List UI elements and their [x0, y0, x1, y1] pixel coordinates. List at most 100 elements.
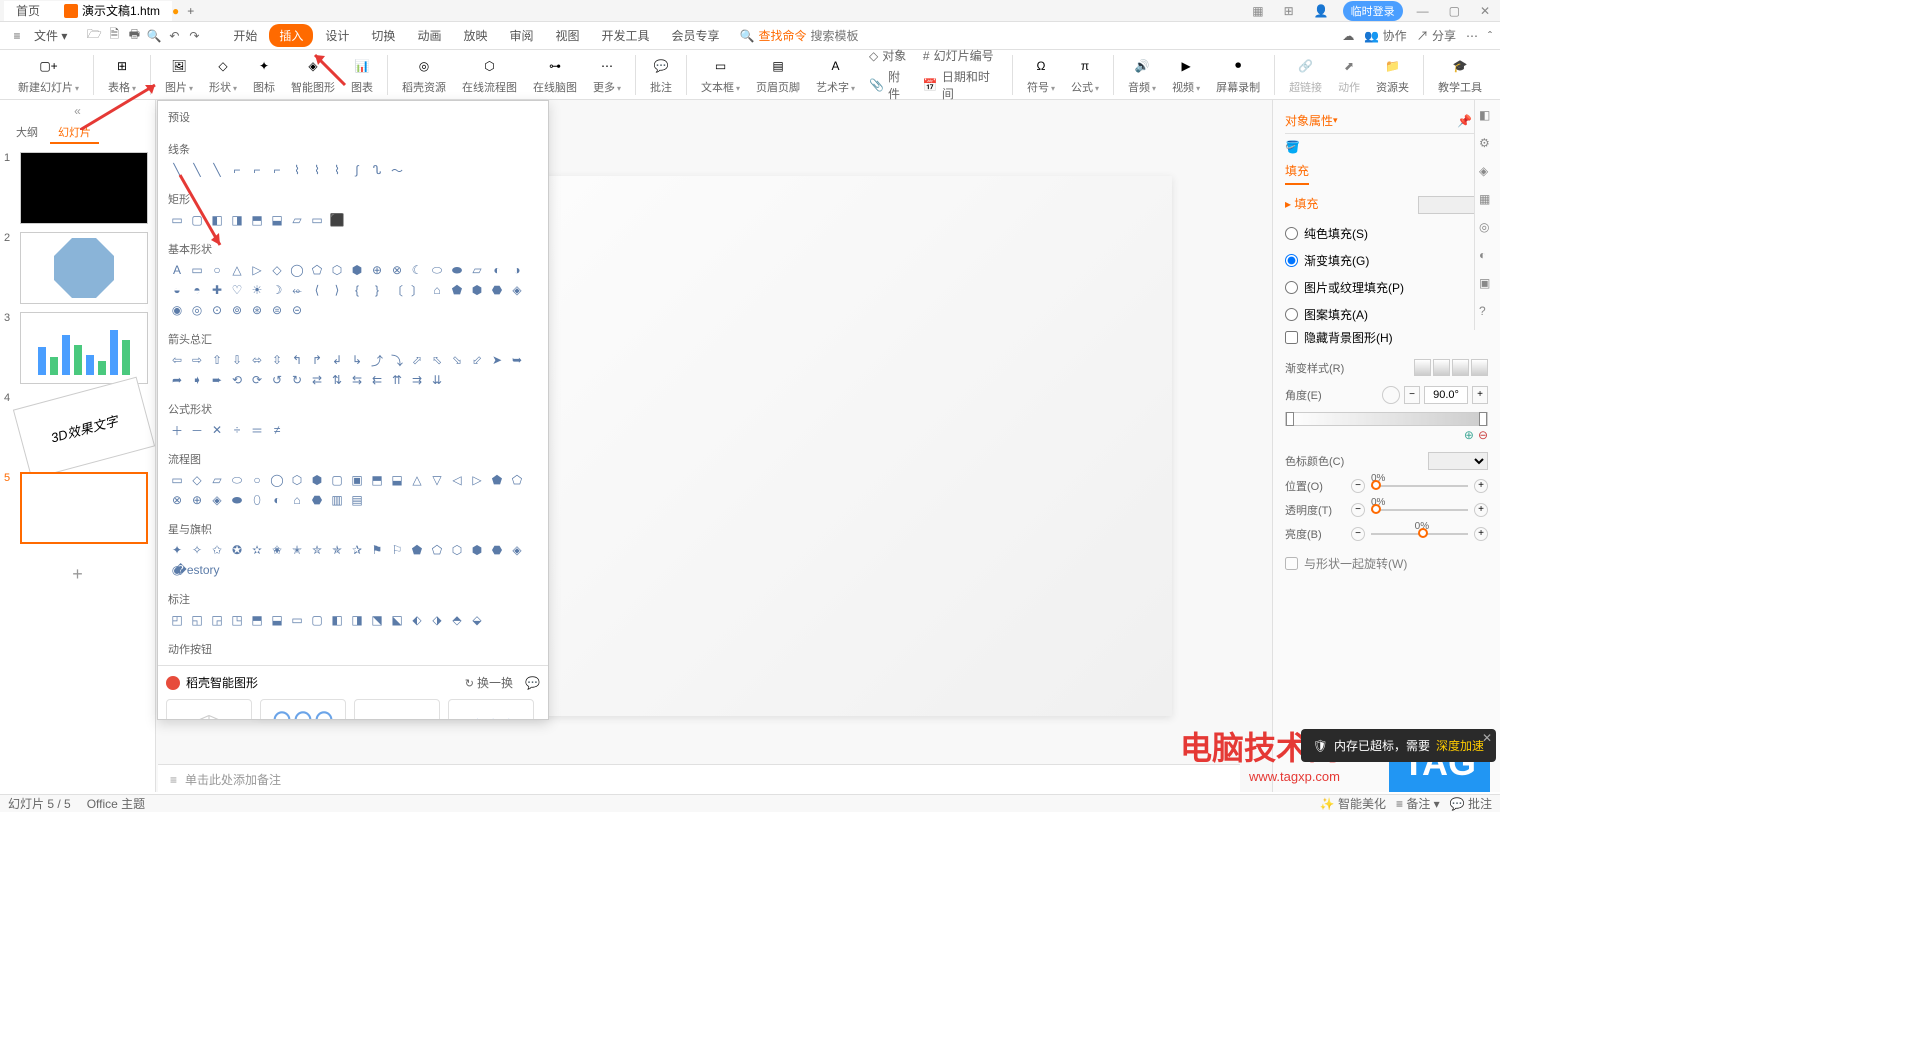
angle-minus[interactable]: −	[1404, 386, 1420, 404]
ribbon-new-slide[interactable]: ▢+新建幻灯片	[12, 55, 85, 95]
shape-option[interactable]: ⬓	[268, 211, 286, 229]
shape-option[interactable]: ⚐	[388, 541, 406, 559]
shape-option[interactable]: ⇦	[168, 351, 186, 369]
shape-option[interactable]: }	[368, 281, 386, 299]
shape-option[interactable]: ◈	[508, 541, 526, 559]
shape-option[interactable]: ⌂	[428, 281, 446, 299]
shape-option[interactable]: ↻	[288, 371, 306, 389]
menu-view[interactable]: 视图	[545, 24, 589, 47]
shape-option[interactable]: ⬂	[448, 351, 466, 369]
shape-option[interactable]: ⬙	[468, 611, 486, 629]
shape-option[interactable]: ⬟	[488, 471, 506, 489]
shape-option[interactable]: ◯	[288, 261, 306, 279]
new-tab-button[interactable]: +	[179, 4, 202, 18]
shape-option[interactable]: ☀	[248, 281, 266, 299]
shape-option[interactable]: ⬟	[408, 541, 426, 559]
shape-option[interactable]: ◱	[188, 611, 206, 629]
ribbon-shapes[interactable]: ◇形状	[203, 55, 243, 95]
gradient-style-picker[interactable]	[1414, 359, 1488, 376]
shape-option[interactable]: ↰	[288, 351, 306, 369]
shape-option[interactable]: ⟲	[228, 371, 246, 389]
more-icon[interactable]: ⋯	[1466, 29, 1478, 43]
side-tool-6[interactable]: ◐	[1479, 248, 1497, 266]
shape-option[interactable]: ✬	[268, 541, 286, 559]
ribbon-teaching[interactable]: 🎓教学工具	[1432, 55, 1488, 95]
hamburger-icon[interactable]: ≡	[8, 27, 26, 45]
ribbon-textbox[interactable]: ▭文本框	[695, 55, 746, 95]
side-tool-5[interactable]: ◎	[1479, 220, 1497, 238]
shape-option[interactable]: ↱	[308, 351, 326, 369]
undo-icon[interactable]: ↶	[165, 27, 183, 45]
ribbon-header-footer[interactable]: ▤页眉页脚	[750, 55, 806, 95]
remove-stop-icon[interactable]: ⊖	[1478, 428, 1488, 442]
shape-option[interactable]: ◈	[508, 281, 526, 299]
shape-option[interactable]: ⬕	[388, 611, 406, 629]
shape-option[interactable]: ⬟	[448, 281, 466, 299]
shape-option[interactable]: A	[168, 261, 186, 279]
shape-option[interactable]: ○	[208, 261, 226, 279]
preview-icon[interactable]: 🔍	[145, 27, 163, 45]
angle-input[interactable]	[1424, 386, 1468, 404]
shape-option[interactable]: ♡	[228, 281, 246, 299]
shape-option[interactable]: ⬡	[288, 471, 306, 489]
outline-tab[interactable]: 大纲	[8, 122, 46, 144]
angle-dial[interactable]	[1382, 386, 1400, 404]
shape-option[interactable]: ⬓	[268, 611, 286, 629]
shape-option[interactable]: ⇆	[348, 371, 366, 389]
save-icon[interactable]: 🗁	[85, 27, 103, 45]
shape-option[interactable]: ➥	[508, 351, 526, 369]
pin-icon[interactable]: 📌	[1457, 114, 1472, 128]
notes-bar[interactable]: ≡ 单击此处添加备注	[158, 764, 1240, 794]
document-tab[interactable]: 演示文稿1.htm	[52, 1, 172, 21]
shape-option[interactable]: ➤	[488, 351, 506, 369]
shape-option[interactable]: ⇩	[228, 351, 246, 369]
shape-option[interactable]: ⌇	[288, 161, 306, 179]
temp-login-badge[interactable]: 临时登录	[1343, 1, 1403, 21]
menu-review[interactable]: 审阅	[499, 24, 543, 47]
ribbon-screen-record[interactable]: ⏺屏幕录制	[1210, 55, 1266, 95]
shape-option[interactable]: ⌇	[328, 161, 346, 179]
shape-option[interactable]: ✚	[208, 281, 226, 299]
ribbon-comment[interactable]: 💬批注	[644, 55, 678, 95]
grid-icon[interactable]: ▦	[1246, 4, 1269, 18]
shape-option[interactable]: ▷	[468, 471, 486, 489]
shape-option[interactable]: ⇉	[408, 371, 426, 389]
ribbon-chart[interactable]: 📊图表	[345, 55, 379, 95]
slide-thumb-5[interactable]: 5	[4, 472, 151, 544]
ribbon-attachment[interactable]: 📎 附件	[865, 67, 915, 103]
ribbon-slide-number[interactable]: # 幻灯片编号	[919, 46, 1004, 65]
shape-option[interactable]: ⬢	[308, 471, 326, 489]
close-button[interactable]: ✕	[1474, 4, 1496, 18]
shape-option[interactable]: －	[188, 421, 206, 439]
shape-option[interactable]: ✪	[228, 541, 246, 559]
shape-option[interactable]: ⬯	[248, 491, 266, 509]
shape-option[interactable]: ✕	[208, 421, 226, 439]
menu-transition[interactable]: 切换	[361, 24, 405, 47]
shape-option[interactable]: ⊛	[248, 301, 266, 319]
notes-toggle[interactable]: ≡ 备注 ▾	[1396, 795, 1440, 812]
radio-gradient-fill[interactable]: 渐变填充(G)	[1285, 249, 1488, 272]
shape-option[interactable]: ⬘	[448, 611, 466, 629]
check-rotate-with-shape[interactable]: 与形状一起旋转(W)	[1285, 552, 1488, 575]
fill-tab[interactable]: 填充	[1285, 158, 1309, 185]
shape-option[interactable]: ▣	[348, 471, 366, 489]
shape-option[interactable]: ⊕	[188, 491, 206, 509]
shape-option[interactable]: ⬣	[308, 491, 326, 509]
shape-option[interactable]: ⬢	[348, 261, 366, 279]
minimize-button[interactable]: —	[1411, 4, 1435, 18]
shape-option[interactable]: ⊗	[388, 261, 406, 279]
shape-option[interactable]: ▭	[188, 261, 206, 279]
shape-option[interactable]: ⬬	[228, 491, 246, 509]
side-tool-2[interactable]: ⚙	[1479, 136, 1497, 154]
ribbon-object[interactable]: ◇ 对象	[865, 46, 915, 65]
shape-option[interactable]: ☾	[408, 261, 426, 279]
shape-option[interactable]: ➧	[188, 371, 206, 389]
refresh-smart-shapes[interactable]: ↻ 换一换	[465, 674, 513, 691]
shape-option[interactable]: ÷	[228, 421, 246, 439]
shape-option[interactable]: ▽	[428, 471, 446, 489]
shape-option[interactable]: ✦	[168, 541, 186, 559]
shape-option[interactable]: ⬔	[368, 611, 386, 629]
ribbon-picture[interactable]: 🖼图片	[159, 55, 199, 95]
menu-dev[interactable]: 开发工具	[592, 24, 660, 47]
shape-option[interactable]: ⇈	[388, 371, 406, 389]
